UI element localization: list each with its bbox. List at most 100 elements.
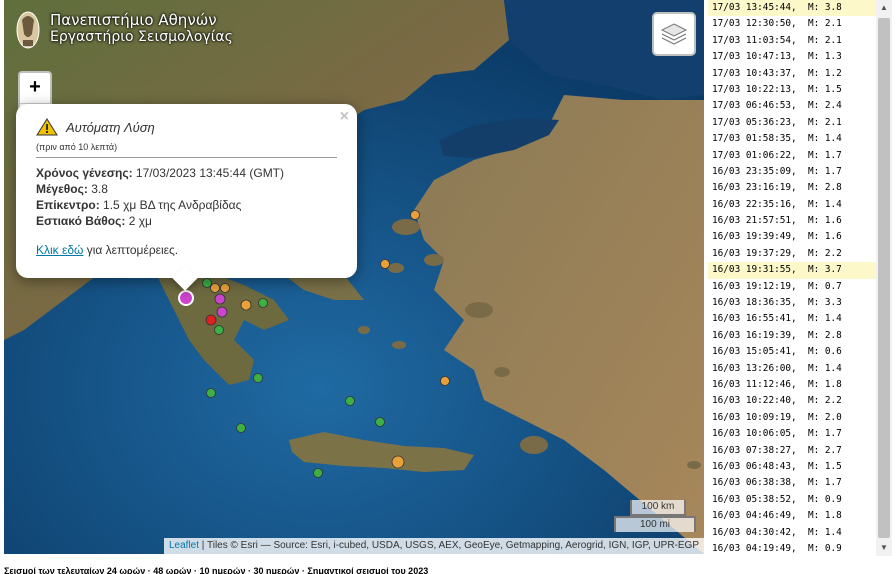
- event-list-scrollbar[interactable]: ▲ ▼: [876, 0, 892, 556]
- zoom-in-button[interactable]: +: [20, 73, 50, 103]
- event-list-item[interactable]: 16/03 23:35:09, M: 1.7: [708, 164, 876, 180]
- event-list[interactable]: 17/03 13:45:44, M: 3.8 17/03 12:30:50, M:…: [708, 0, 876, 556]
- footer-links[interactable]: Σεισμοί των τελευταίων 24 ωρών · 48 ωρών…: [4, 566, 428, 574]
- event-magnitude: M: 1.4: [796, 362, 842, 374]
- popup-title-row: Αυτόματη Λύση: [36, 118, 337, 136]
- event-magnitude: M: 1.7: [796, 477, 842, 489]
- magnitude-label: Μέγεθος:: [36, 182, 88, 196]
- event-magnitude: M: 2.2: [796, 247, 842, 259]
- event-list-item[interactable]: 16/03 04:30:42, M: 1.4: [708, 525, 876, 541]
- event-list-item[interactable]: 16/03 19:12:19, M: 0.7: [708, 279, 876, 295]
- details-link[interactable]: Κλικ εδώ: [36, 243, 83, 257]
- event-list-item[interactable]: 17/03 10:22:13, M: 1.5: [708, 82, 876, 98]
- event-popup: × Αυτόματη Λύση (πριν από 10 λεπτά) Χρόν…: [16, 104, 357, 291]
- event-magnitude: M: 0.7: [796, 280, 842, 292]
- event-list-item[interactable]: 17/03 13:45:44, M: 3.8: [708, 0, 876, 17]
- scale-km: 100 km: [630, 500, 686, 516]
- event-list-item[interactable]: 16/03 21:57:51, M: 1.6: [708, 213, 876, 229]
- event-magnitude: M: 1.4: [796, 133, 842, 145]
- depth-row: Εστιακό Βάθος: 2 χμ: [36, 213, 337, 229]
- popup-subtitle: (πριν από 10 λεπτά): [36, 142, 118, 152]
- event-list-item[interactable]: 16/03 05:38:52, M: 0.9: [708, 492, 876, 508]
- event-list-item[interactable]: 16/03 16:19:39, M: 2.8: [708, 328, 876, 344]
- event-magnitude: M: 1.8: [796, 378, 842, 390]
- event-list-item[interactable]: 16/03 10:22:40, M: 2.2: [708, 393, 876, 409]
- event-time: 16/03 18:36:35,: [712, 297, 797, 309]
- event-magnitude: M: 0.6: [796, 346, 842, 358]
- event-list-item[interactable]: 16/03 19:39:49, M: 1.6: [708, 229, 876, 245]
- event-time: 16/03 05:38:52,: [712, 493, 797, 505]
- popup-close-button[interactable]: ×: [340, 108, 349, 126]
- event-list-item[interactable]: 16/03 04:46:49, M: 1.8: [708, 508, 876, 524]
- event-time: 16/03 07:38:27,: [712, 444, 797, 456]
- event-time: 17/03 01:58:35,: [712, 133, 797, 145]
- event-time: 16/03 16:55:41,: [712, 313, 797, 325]
- event-list-item[interactable]: 17/03 01:06:22, M: 1.7: [708, 148, 876, 164]
- event-list-item[interactable]: 17/03 10:47:13, M: 1.3: [708, 49, 876, 65]
- tiles-credit: | Tiles © Esri — Source: Esri, i-cubed, …: [199, 540, 699, 551]
- map-attribution: Leaflet | Tiles © Esri — Source: Esri, i…: [164, 538, 704, 554]
- event-time: 16/03 11:12:46,: [712, 378, 797, 390]
- event-list-item[interactable]: 16/03 16:55:41, M: 1.4: [708, 311, 876, 327]
- event-list-item[interactable]: 16/03 06:48:43, M: 1.5: [708, 459, 876, 475]
- event-magnitude: M: 1.3: [796, 51, 842, 63]
- event-magnitude: M: 2.1: [796, 34, 842, 46]
- scrollbar-thumb[interactable]: [878, 18, 890, 538]
- event-list-item[interactable]: 16/03 04:19:49, M: 0.9: [708, 541, 876, 556]
- event-time: 17/03 11:03:54,: [712, 34, 797, 46]
- event-magnitude: M: 1.5: [796, 460, 842, 472]
- origin-time-value: 17/03/2023 13:45:44 (GMT): [135, 166, 285, 180]
- event-list-item[interactable]: 16/03 07:38:27, M: 2.7: [708, 443, 876, 459]
- event-magnitude: M: 1.4: [796, 526, 842, 538]
- scale-mi: 100 mi: [614, 516, 696, 532]
- event-list-item[interactable]: 16/03 10:06:05, M: 1.7: [708, 426, 876, 442]
- event-time: 16/03 19:31:55,: [712, 264, 797, 276]
- event-list-item[interactable]: 16/03 15:05:41, M: 0.6: [708, 344, 876, 360]
- popup-divider: [36, 157, 337, 158]
- epicenter-label: Επίκεντρο:: [36, 198, 100, 212]
- event-list-item[interactable]: 16/03 13:26:00, M: 1.4: [708, 361, 876, 377]
- epicenter-value: 1.5 χμ ΒΔ της Ανδραβίδας: [103, 198, 242, 212]
- event-list-item[interactable]: 16/03 06:38:38, M: 1.7: [708, 475, 876, 491]
- event-time: 17/03 10:22:13,: [712, 83, 797, 95]
- event-list-item[interactable]: 17/03 11:03:54, M: 2.1: [708, 33, 876, 49]
- event-magnitude: M: 3.8: [796, 2, 842, 13]
- event-magnitude: M: 2.4: [796, 100, 842, 112]
- event-list-item[interactable]: 16/03 18:36:35, M: 3.3: [708, 295, 876, 311]
- event-list-item[interactable]: 16/03 11:12:46, M: 1.8: [708, 377, 876, 393]
- event-list-item[interactable]: 16/03 19:31:55, M: 3.7: [708, 262, 876, 279]
- event-list-item[interactable]: 17/03 12:30:50, M: 2.1: [708, 16, 876, 32]
- event-time: 17/03 06:46:53,: [712, 100, 797, 112]
- event-list-item[interactable]: 17/03 10:43:37, M: 1.2: [708, 66, 876, 82]
- origin-time-row: Χρόνος γένεσης: 17/03/2023 13:45:44 (GMT…: [36, 165, 337, 181]
- event-time: 16/03 16:19:39,: [712, 329, 797, 341]
- event-time: 17/03 01:06:22,: [712, 149, 797, 161]
- event-magnitude: M: 1.7: [796, 428, 842, 440]
- event-magnitude: M: 1.7: [796, 149, 842, 161]
- event-magnitude: M: 1.2: [796, 67, 842, 79]
- event-magnitude: M: 2.0: [796, 411, 842, 423]
- event-time: 17/03 05:36:23,: [712, 116, 797, 128]
- event-time: 16/03 23:35:09,: [712, 165, 797, 177]
- depth-label: Εστιακό Βάθος:: [36, 214, 126, 228]
- event-time: 16/03 19:37:29,: [712, 247, 797, 259]
- event-list-item[interactable]: 16/03 19:37:29, M: 2.2: [708, 246, 876, 262]
- leaflet-link[interactable]: Leaflet: [169, 540, 199, 551]
- event-list-item[interactable]: 16/03 23:16:19, M: 2.8: [708, 180, 876, 196]
- event-list-item[interactable]: 17/03 05:36:23, M: 2.1: [708, 115, 876, 131]
- magnitude-value: 3.8: [91, 182, 108, 196]
- event-list-item[interactable]: 17/03 01:58:35, M: 1.4: [708, 131, 876, 147]
- event-magnitude: M: 2.1: [796, 116, 842, 128]
- event-list-item[interactable]: 16/03 22:35:16, M: 1.4: [708, 197, 876, 213]
- event-time: 17/03 12:30:50,: [712, 18, 797, 30]
- event-magnitude: M: 0.9: [796, 493, 842, 505]
- map-view[interactable]: Πανεπιστήμιο Αθηνών Εργαστήριο Σεισμολογ…: [4, 0, 704, 554]
- event-list-item[interactable]: 17/03 06:46:53, M: 2.4: [708, 98, 876, 114]
- event-time: 16/03 04:19:49,: [712, 542, 797, 554]
- scroll-down-icon[interactable]: ▼: [876, 540, 892, 556]
- event-magnitude: M: 1.8: [796, 510, 842, 522]
- layers-button[interactable]: [652, 12, 696, 56]
- event-list-item[interactable]: 16/03 10:09:19, M: 2.0: [708, 410, 876, 426]
- layers-icon: [660, 23, 688, 45]
- scroll-up-icon[interactable]: ▲: [876, 0, 892, 16]
